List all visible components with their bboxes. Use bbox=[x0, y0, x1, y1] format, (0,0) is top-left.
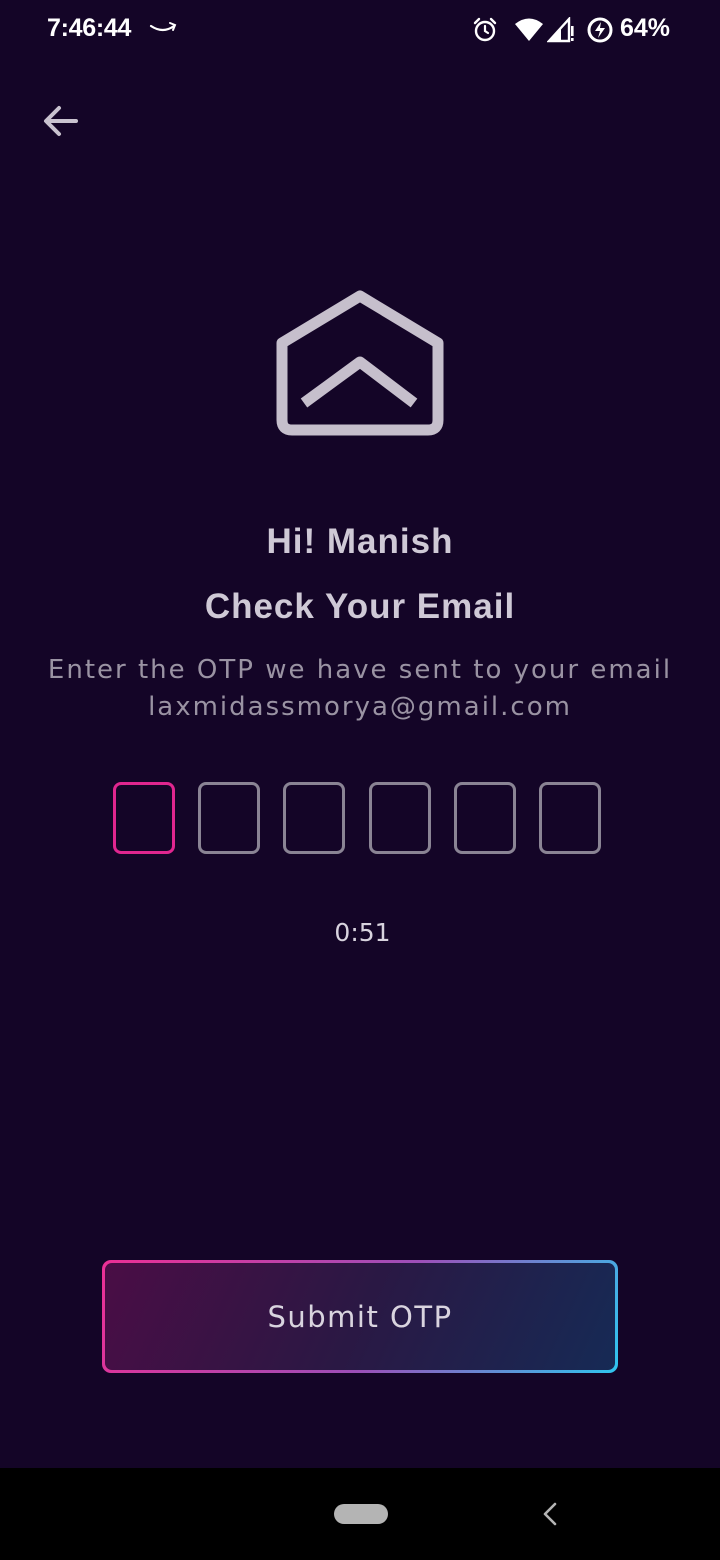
battery-percent: 64% bbox=[620, 14, 671, 42]
arrow-left-icon bbox=[43, 105, 79, 141]
instruction-line: Enter the OTP we have sent to your email bbox=[47, 655, 673, 685]
status-time: 7:46:44 bbox=[47, 14, 132, 42]
status-bar: 7:46:44 64% bbox=[0, 0, 720, 60]
email-address: laxmidassmorya@gmail.com bbox=[148, 692, 572, 722]
otp-digit-6[interactable] bbox=[539, 782, 601, 854]
greeting-text: Hi! Manish bbox=[266, 522, 454, 561]
signal-icon bbox=[546, 15, 575, 47]
home-pill[interactable] bbox=[334, 1504, 388, 1524]
submit-otp-button[interactable]: Submit OTP bbox=[102, 1260, 618, 1373]
otp-digit-3[interactable] bbox=[283, 782, 345, 854]
otp-digit-1[interactable] bbox=[113, 782, 175, 854]
otp-digit-4[interactable] bbox=[369, 782, 431, 854]
amazon-icon bbox=[148, 20, 178, 42]
submit-button-face: Submit OTP bbox=[105, 1263, 615, 1370]
back-button[interactable] bbox=[36, 98, 86, 148]
alarm-icon bbox=[471, 16, 499, 48]
countdown-timer: 0:51 bbox=[334, 918, 391, 947]
battery-saver-icon bbox=[585, 15, 615, 49]
wifi-icon bbox=[514, 17, 544, 47]
instruction-text: Enter the OTP we have sent to your email… bbox=[0, 652, 720, 726]
submit-button-label: Submit OTP bbox=[267, 1299, 453, 1334]
chevron-left-icon[interactable] bbox=[541, 1501, 559, 1531]
otp-digit-5[interactable] bbox=[454, 782, 516, 854]
otp-digit-2[interactable] bbox=[198, 782, 260, 854]
page-title: Check Your Email bbox=[204, 587, 516, 626]
open-envelope-icon bbox=[272, 288, 448, 444]
system-nav-bar bbox=[0, 1468, 720, 1560]
